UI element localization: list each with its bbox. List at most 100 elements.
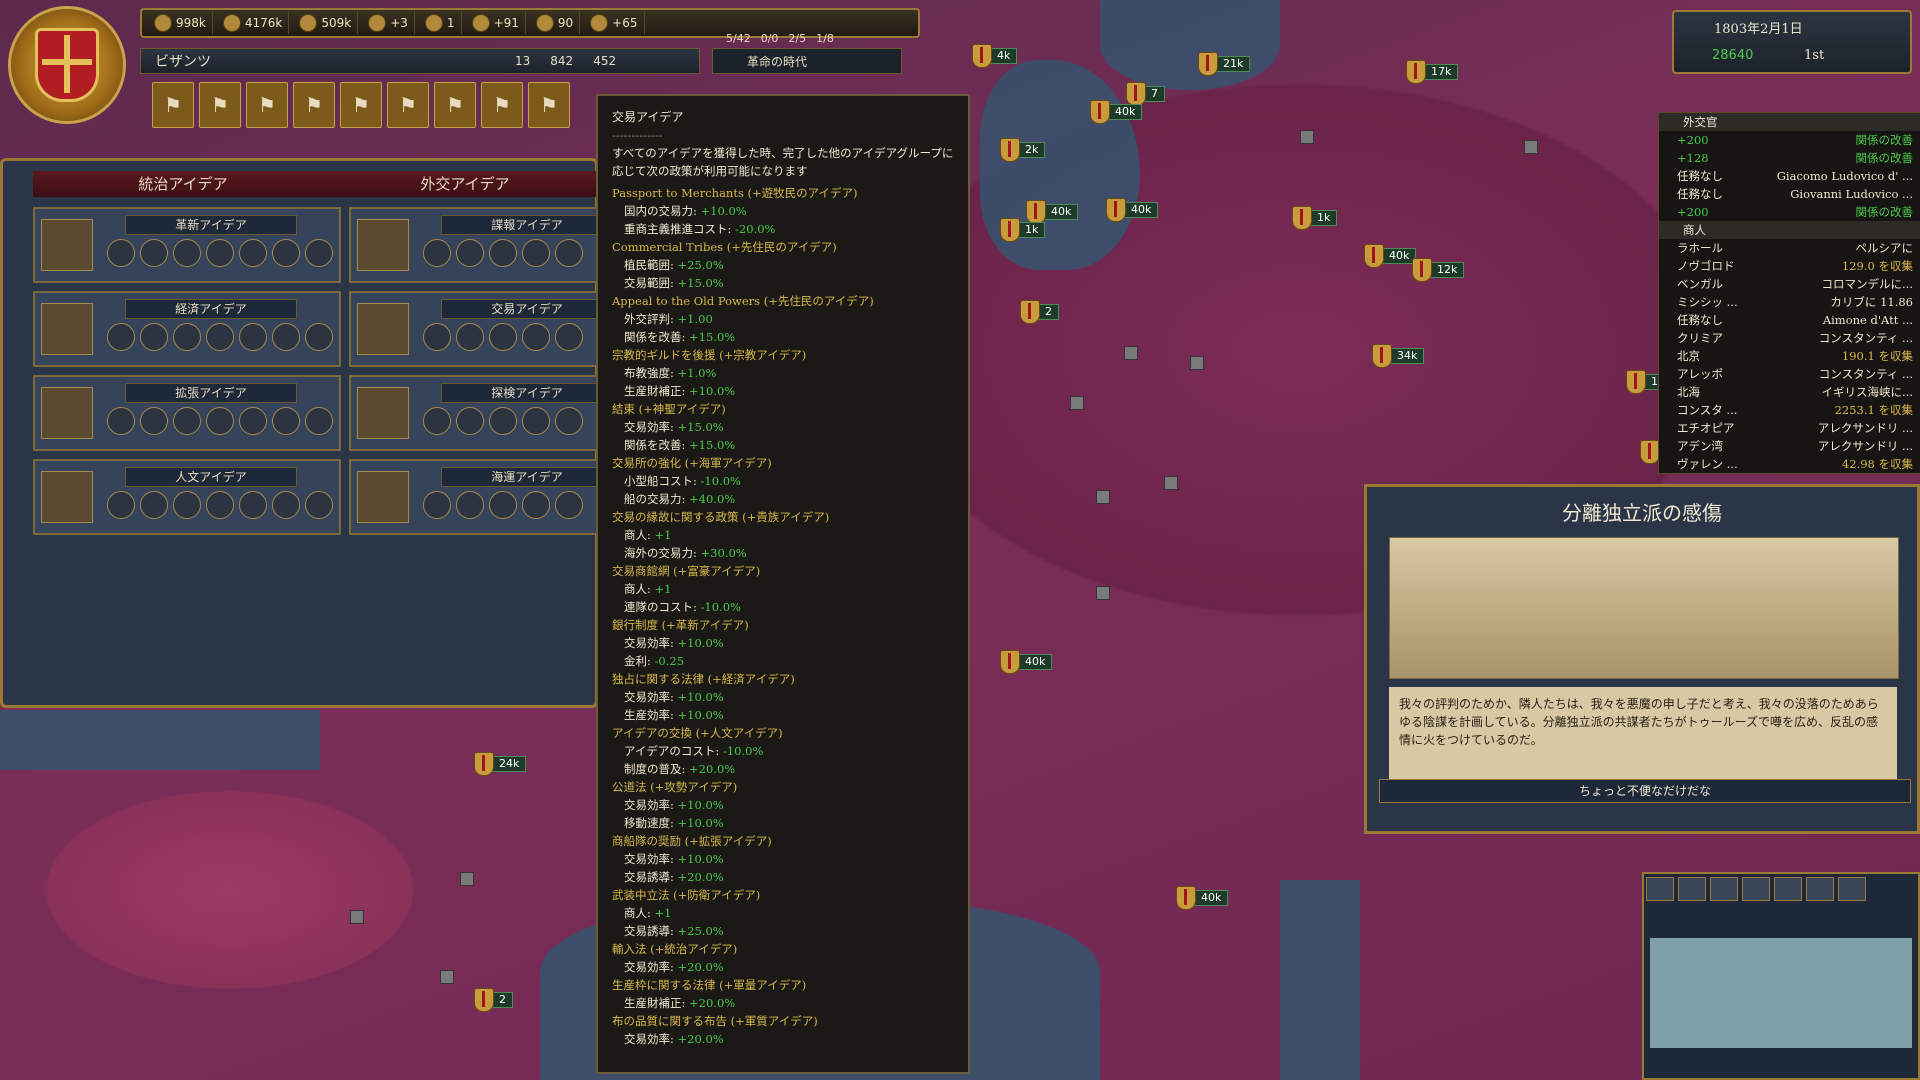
court-banner[interactable]: ⚑ <box>152 82 194 128</box>
idea-icon[interactable] <box>456 239 484 267</box>
counter[interactable]: 5/42 <box>726 32 751 45</box>
army-marker[interactable]: 4k <box>972 44 1018 68</box>
army-marker[interactable]: 2k <box>1000 138 1046 162</box>
idea-icon[interactable] <box>522 323 550 351</box>
idea-group-innovative[interactable]: 革新アイデア <box>33 207 341 283</box>
ideas-banner[interactable]: ⚑ <box>387 82 429 128</box>
admin-power[interactable]: 13 <box>515 54 530 68</box>
idea-icon[interactable] <box>173 407 201 435</box>
side-row[interactable]: クリミア コンスタンティ ... <box>1659 329 1920 347</box>
army-marker[interactable]: 12k <box>1412 258 1465 282</box>
counter[interactable]: 1/8 <box>816 32 834 45</box>
idea-icon[interactable] <box>423 239 451 267</box>
idea-icon[interactable] <box>239 323 267 351</box>
side-row[interactable]: ラホール ペルシアに <box>1659 239 1920 257</box>
idea-icon[interactable] <box>173 491 201 519</box>
idea-icon[interactable] <box>239 491 267 519</box>
idea-icon[interactable] <box>522 491 550 519</box>
country-emblem[interactable] <box>8 6 126 124</box>
idea-icon[interactable] <box>272 239 300 267</box>
sailors[interactable]: 509k <box>293 12 359 34</box>
idea-group-exploration[interactable]: 探検アイデア <box>349 375 613 451</box>
mapmode-diplomatic-button[interactable] <box>1742 877 1770 901</box>
idea-icon[interactable] <box>272 407 300 435</box>
idea-group-espionage[interactable]: 諜報アイデア <box>349 207 613 283</box>
army-marker[interactable]: 40k <box>1026 200 1079 224</box>
idea-icon[interactable] <box>522 239 550 267</box>
side-row[interactable]: 任務なし Giacomo Ludovico d' ... <box>1659 167 1920 185</box>
idea-group-maritime[interactable]: 海運アイデア <box>349 459 613 535</box>
counter[interactable]: 0/0 <box>761 32 779 45</box>
age-indicator[interactable]: 革命の時代 <box>712 48 902 74</box>
side-row[interactable]: +200 関係の改善 <box>1659 131 1920 149</box>
idea-icon[interactable] <box>489 239 517 267</box>
side-row[interactable]: 任務なし Giovanni Ludovico ... <box>1659 185 1920 203</box>
army-marker[interactable]: 40k <box>1000 650 1053 674</box>
diplo-power[interactable]: 842 <box>550 54 573 68</box>
idea-icon[interactable] <box>239 239 267 267</box>
stability[interactable]: +3 <box>362 12 415 34</box>
idea-group-trade[interactable]: 交易アイデア <box>349 291 613 367</box>
idea-icon[interactable] <box>140 323 168 351</box>
idea-icon[interactable] <box>555 323 583 351</box>
diplo-ideas-tab[interactable]: 外交アイデア <box>333 171 597 197</box>
side-row[interactable]: コンスタ ... 2253.1 を収集 <box>1659 401 1920 419</box>
current-date[interactable]: 1803年2月1日 <box>1714 18 1803 37</box>
idea-icon[interactable] <box>305 323 333 351</box>
idea-icon[interactable] <box>272 323 300 351</box>
legitimacy[interactable]: 90 <box>530 12 581 34</box>
idea-icon[interactable] <box>272 491 300 519</box>
idea-icon[interactable] <box>555 407 583 435</box>
idea-icon[interactable] <box>423 491 451 519</box>
idea-icon[interactable] <box>140 407 168 435</box>
side-row[interactable]: +128 関係の改善 <box>1659 149 1920 167</box>
counter[interactable]: 2/5 <box>788 32 806 45</box>
army-marker[interactable]: 2 <box>1020 300 1059 324</box>
economy-banner[interactable]: ⚑ <box>246 82 288 128</box>
side-row[interactable]: 北京 190.1 を収集 <box>1659 347 1920 365</box>
military-banner[interactable]: ⚑ <box>528 82 570 128</box>
army-marker[interactable]: 40k <box>1090 100 1143 124</box>
idea-group-humanist[interactable]: 人文アイデア <box>33 459 341 535</box>
army-marker[interactable]: 40k <box>1106 198 1159 222</box>
army-marker[interactable]: 2 <box>474 988 513 1012</box>
idea-icon[interactable] <box>173 323 201 351</box>
army-marker[interactable]: 21k <box>1198 52 1251 76</box>
side-row[interactable]: アレッポ コンスタンティ ... <box>1659 365 1920 383</box>
idea-icon[interactable] <box>206 407 234 435</box>
mapmode-culture-button[interactable] <box>1838 877 1866 901</box>
mapmode-terrain-button[interactable] <box>1646 877 1674 901</box>
mapmode-development-button[interactable] <box>1806 877 1834 901</box>
idea-icon[interactable] <box>456 491 484 519</box>
treasury[interactable]: 998k <box>148 12 213 34</box>
prestige[interactable]: +91 <box>466 12 526 34</box>
idea-icon[interactable] <box>522 407 550 435</box>
mapmode-religion-button[interactable] <box>1774 877 1802 901</box>
idea-icon[interactable] <box>423 323 451 351</box>
mapmode-political-button[interactable] <box>1678 877 1706 901</box>
event-option-button[interactable]: ちょっと不便なだけだな <box>1379 779 1911 803</box>
idea-icon[interactable] <box>107 239 135 267</box>
army-marker[interactable]: 17k <box>1406 60 1459 84</box>
side-row[interactable]: ヴァレン ... 42.98 を収集 <box>1659 455 1920 473</box>
idea-icon[interactable] <box>206 239 234 267</box>
side-row[interactable]: 任務なし Aimone d'Att ... <box>1659 311 1920 329</box>
side-row[interactable]: ミシシッ ... カリブに 11.86 <box>1659 293 1920 311</box>
idea-icon[interactable] <box>140 491 168 519</box>
idea-group-expansion[interactable]: 拡張アイデア <box>33 375 341 451</box>
admin-ideas-tab[interactable]: 統治アイデア <box>33 171 333 197</box>
side-row[interactable]: エチオピア アレクサンドリ ... <box>1659 419 1920 437</box>
idea-group-economic[interactable]: 経済アイデア <box>33 291 341 367</box>
idea-icon[interactable] <box>456 407 484 435</box>
army-marker[interactable]: 1k <box>1000 218 1046 242</box>
diplomacy-banner[interactable]: ⚑ <box>199 82 241 128</box>
idea-icon[interactable] <box>206 323 234 351</box>
idea-icon[interactable] <box>305 239 333 267</box>
army-marker[interactable]: 40k <box>1364 244 1417 268</box>
idea-icon[interactable] <box>555 239 583 267</box>
army-marker[interactable]: 34k <box>1372 344 1425 368</box>
minimap[interactable] <box>1650 938 1912 1048</box>
side-row[interactable]: ノヴゴロド 129.0 を収集 <box>1659 257 1920 275</box>
tech-banner[interactable]: ⚑ <box>340 82 382 128</box>
trade-banner[interactable]: ⚑ <box>293 82 335 128</box>
